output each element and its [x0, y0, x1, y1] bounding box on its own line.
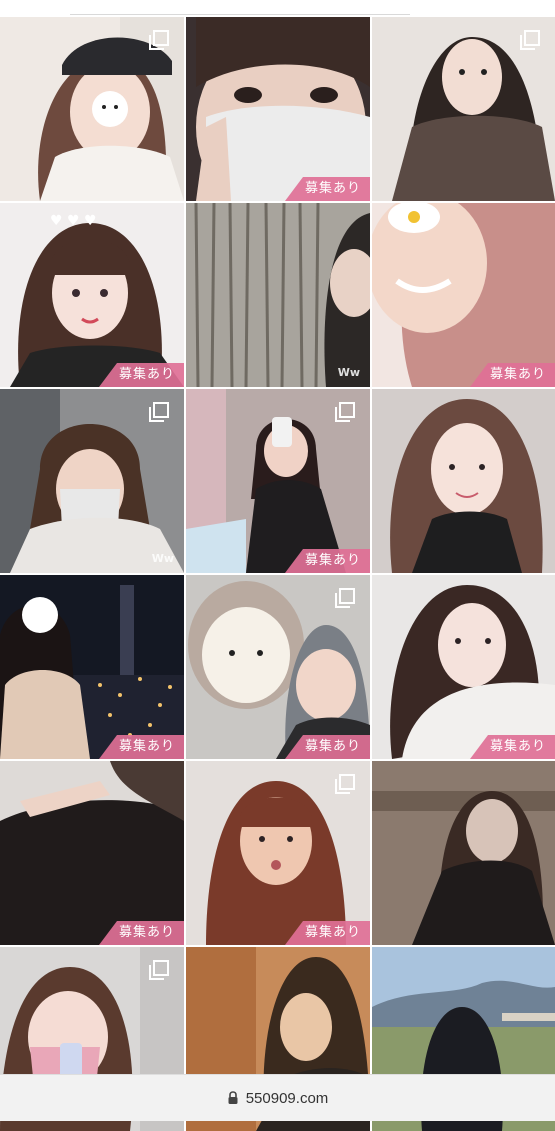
photo-tile[interactable] [0, 17, 184, 201]
photo-thumbnail [0, 761, 184, 945]
photo-tile[interactable]: 募集あり [372, 575, 555, 759]
watermark-text: Ww [151, 552, 174, 565]
svg-text:♥ ♥ ♥: ♥ ♥ ♥ [50, 213, 97, 229]
photo-tile[interactable]: 募集あり [186, 575, 370, 759]
address-bar[interactable]: 550909.com [0, 1074, 555, 1121]
photo-tile[interactable]: 募集あり [0, 575, 184, 759]
photo-tile[interactable]: 募集あり [186, 761, 370, 945]
photo-grid: 募集あり ♥ ♥ ♥ 募集あり Ww 募集あり Ww 募集あり 募集あり 募集あ… [0, 17, 555, 1131]
photo-tile[interactable]: ♥ ♥ ♥ 募集あり [0, 203, 184, 387]
multi-photo-icon [335, 588, 355, 608]
photo-tile[interactable]: 募集あり [0, 761, 184, 945]
photo-tile[interactable]: 募集あり [186, 389, 370, 573]
photo-thumbnail [186, 17, 370, 201]
photo-tile[interactable] [372, 761, 555, 945]
photo-tile[interactable] [372, 389, 555, 573]
photo-thumbnail: ♥ ♥ ♥ [0, 203, 184, 387]
domain-text: 550909.com [245, 1089, 329, 1107]
photo-thumbnail [372, 389, 555, 573]
multi-photo-icon [335, 402, 355, 422]
watermark-text: Ww [337, 366, 360, 379]
lock-icon [228, 1091, 238, 1104]
top-divider [70, 14, 410, 15]
multi-photo-icon [149, 402, 169, 422]
photo-tile[interactable]: 募集あり [372, 203, 555, 387]
photo-thumbnail [372, 575, 555, 759]
multi-photo-icon [335, 774, 355, 794]
photo-tile[interactable]: 募集あり [186, 17, 370, 201]
photo-tile[interactable]: Ww [186, 203, 370, 387]
multi-photo-icon [520, 30, 540, 50]
photo-thumbnail [372, 761, 555, 945]
photo-thumbnail [186, 203, 370, 387]
multi-photo-icon [149, 960, 169, 980]
multi-photo-icon [149, 30, 169, 50]
photo-tile[interactable]: Ww [0, 389, 184, 573]
photo-thumbnail [372, 203, 555, 387]
photo-tile[interactable] [372, 17, 555, 201]
photo-thumbnail [0, 575, 184, 759]
